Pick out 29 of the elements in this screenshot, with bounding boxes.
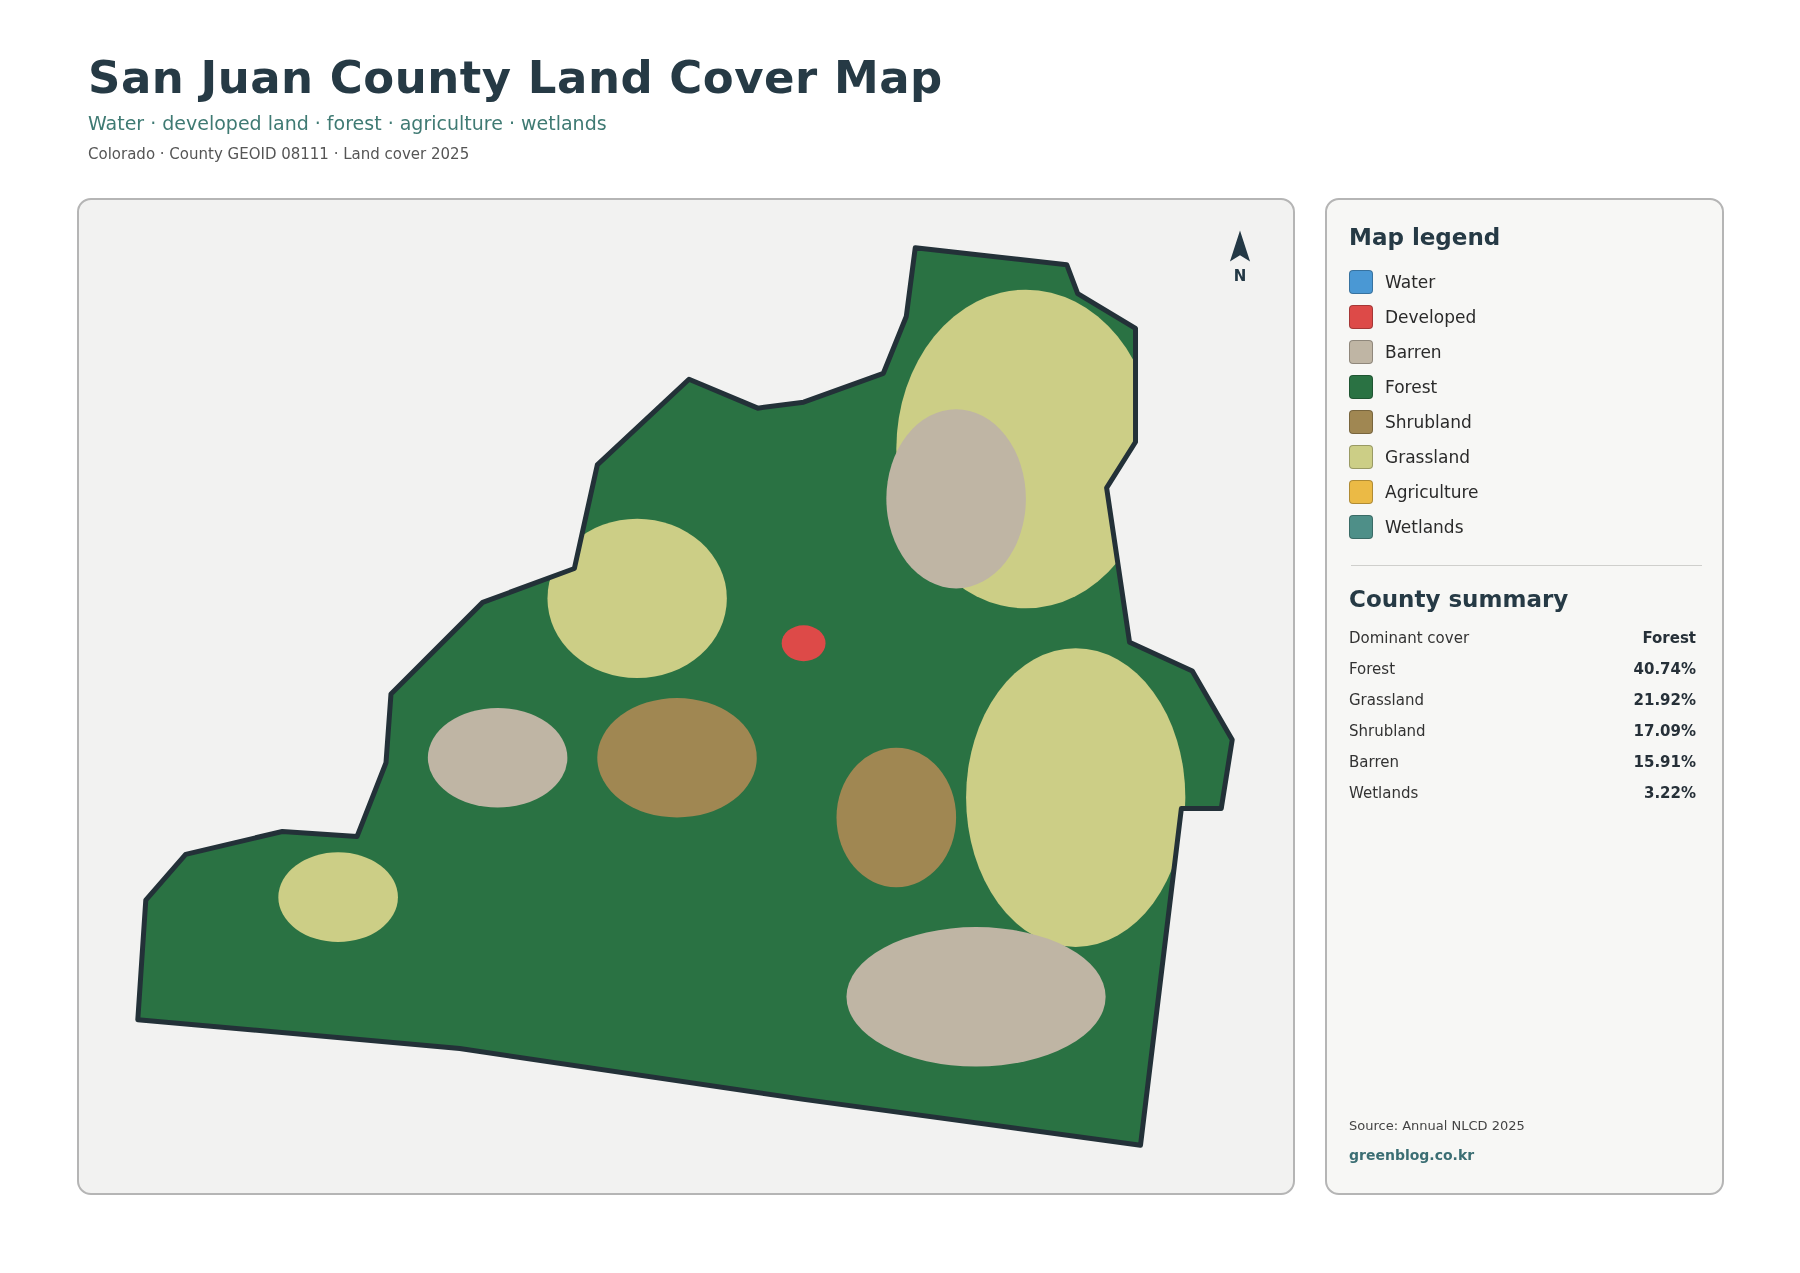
summary-value: 40.74% xyxy=(1633,659,1696,679)
source-note: Source: Annual NLCD 2025 xyxy=(1349,1118,1526,1133)
summary-label: Dominant cover xyxy=(1349,628,1470,648)
summary-label: Forest xyxy=(1349,659,1396,679)
legend-label: Wetlands xyxy=(1385,517,1464,537)
summary-label: Wetlands xyxy=(1349,783,1419,803)
north-arrow-icon xyxy=(1229,230,1251,262)
summary-label: Shrubland xyxy=(1349,721,1426,741)
summary-label: Grassland xyxy=(1349,690,1424,710)
summary-value: 21.92% xyxy=(1633,690,1696,710)
page-title: San Juan County Land Cover Map xyxy=(88,50,944,106)
summary-value: 3.22% xyxy=(1643,783,1696,803)
summary-label: Barren xyxy=(1349,752,1399,772)
legend-label: Agriculture xyxy=(1385,482,1479,502)
north-label: N xyxy=(1233,268,1247,284)
summary-value: Forest xyxy=(1642,628,1696,648)
summary-value: 15.91% xyxy=(1633,752,1696,772)
legend-label: Water xyxy=(1385,272,1436,292)
legend-label: Grassland xyxy=(1385,447,1470,467)
site-name: greenblog.co.kr xyxy=(1349,1147,1476,1163)
legend-label: Barren xyxy=(1385,342,1442,362)
summary-value: 17.09% xyxy=(1633,721,1696,741)
legend-title: Map legend xyxy=(1349,223,1502,252)
meta-line: Colorado · County GEOID 08111 · Land cover 2025 xyxy=(88,144,471,164)
legend-label: Developed xyxy=(1385,307,1477,327)
legend-label: Shrubland xyxy=(1385,412,1472,432)
subtitle: Water · developed land · forest · agriculture · wetlands xyxy=(88,111,608,136)
legend-label: Forest xyxy=(1385,377,1438,397)
summary-title: County summary xyxy=(1349,585,1570,614)
